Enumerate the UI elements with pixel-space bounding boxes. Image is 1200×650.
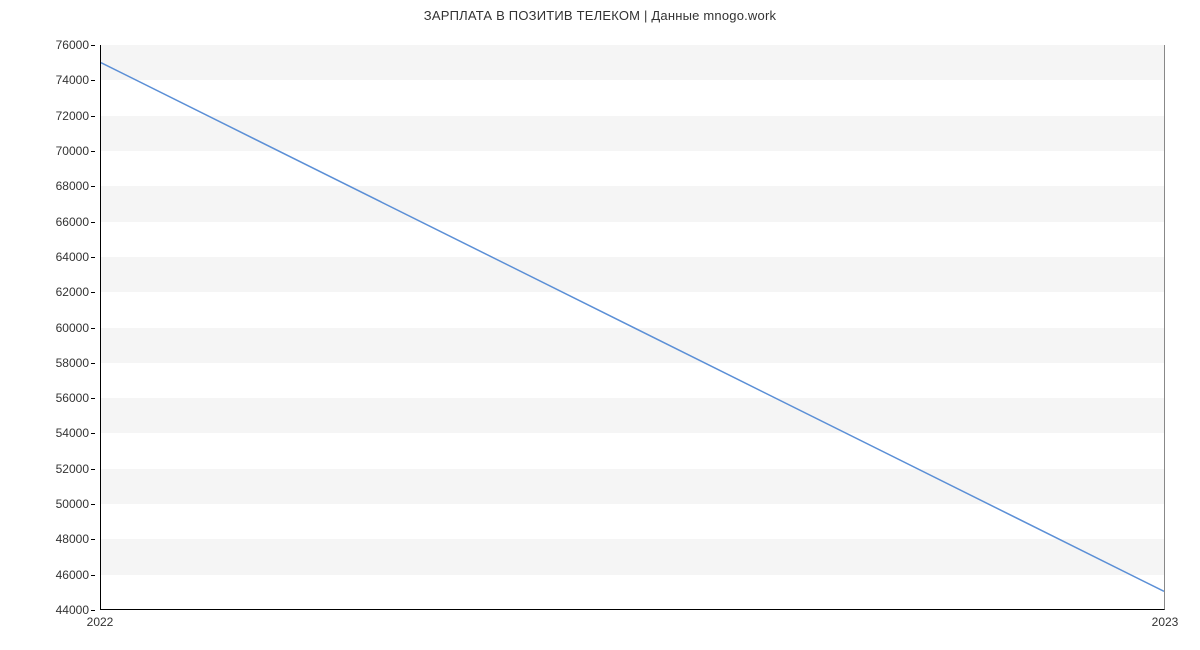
y-tick-label: 64000	[56, 250, 89, 264]
x-tick-label: 2023	[1152, 615, 1179, 629]
y-tick-label: 72000	[56, 109, 89, 123]
y-tick-label: 74000	[56, 73, 89, 87]
y-tick-label: 48000	[56, 532, 89, 546]
y-tick-label: 62000	[56, 285, 89, 299]
y-tick-label: 76000	[56, 38, 89, 52]
y-tick-label: 46000	[56, 568, 89, 582]
y-axis: 4400046000480005000052000540005600058000…	[0, 45, 95, 610]
y-tick-label: 56000	[56, 391, 89, 405]
y-tick-label: 66000	[56, 215, 89, 229]
x-tick-label: 2022	[87, 615, 114, 629]
plot-container	[100, 45, 1165, 610]
y-tick-label: 58000	[56, 356, 89, 370]
y-tick-label: 60000	[56, 321, 89, 335]
y-tick-label: 50000	[56, 497, 89, 511]
y-tick-label: 70000	[56, 144, 89, 158]
chart-title: ЗАРПЛАТА В ПОЗИТИВ ТЕЛЕКОМ | Данные mnog…	[0, 0, 1200, 23]
y-tick-label: 54000	[56, 426, 89, 440]
y-tick-label: 52000	[56, 462, 89, 476]
plot-area	[100, 45, 1165, 610]
y-tick-label: 68000	[56, 179, 89, 193]
y-tick-label: 44000	[56, 603, 89, 617]
data-line	[101, 45, 1164, 609]
